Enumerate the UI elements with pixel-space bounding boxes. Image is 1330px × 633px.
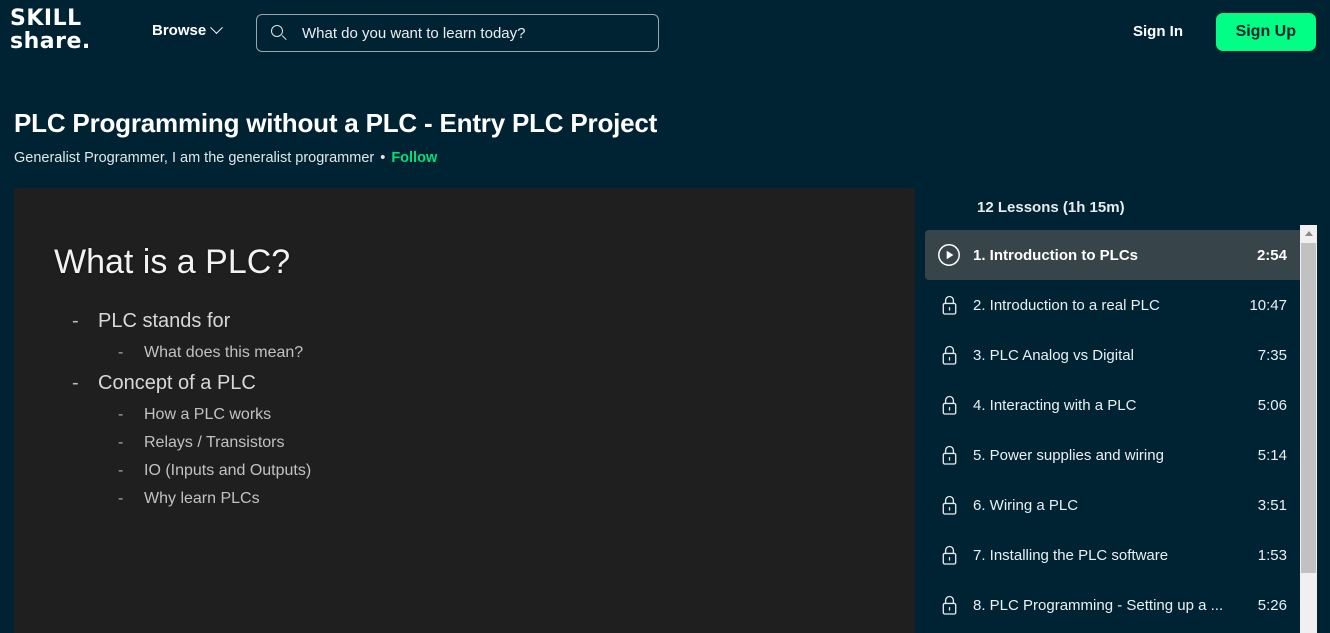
slide-bullet: What does this mean? xyxy=(116,344,311,362)
lesson-duration: 3:51 xyxy=(1257,496,1287,514)
search-box[interactable] xyxy=(256,14,659,52)
lesson-row[interactable]: 3. PLC Analog vs Digital 7:35 xyxy=(925,330,1303,380)
lesson-row[interactable]: 7. Installing the PLC software 1:53 xyxy=(925,530,1303,580)
lesson-row[interactable]: 5. Power supplies and wiring 5:14 xyxy=(925,430,1303,480)
lock-icon xyxy=(925,294,973,316)
site-header: SKILL share. Browse Sign In Sign Up xyxy=(0,0,1330,66)
slide-bullet: Why learn PLCs xyxy=(116,490,311,508)
slide-bullet: IO (Inputs and Outputs) xyxy=(116,462,311,480)
lesson-duration: 5:26 xyxy=(1257,596,1287,614)
logo-line-1: SKILL xyxy=(10,6,82,31)
lock-icon xyxy=(925,544,973,566)
slide-bullet: PLC stands for xyxy=(70,310,311,333)
skillshare-logo[interactable]: SKILL share. xyxy=(10,7,130,53)
scroll-up-arrow-icon[interactable] xyxy=(1300,225,1317,242)
video-slide: What is a PLC? PLC stands for What does t… xyxy=(14,188,915,633)
slide-bullet: How a PLC works xyxy=(116,406,311,424)
lesson-title: 5. Power supplies and wiring xyxy=(973,446,1164,464)
lock-icon xyxy=(925,394,973,416)
lesson-duration: 10:47 xyxy=(1249,296,1287,314)
lock-icon xyxy=(925,344,973,366)
lesson-title: 4. Interacting with a PLC xyxy=(973,396,1137,414)
video-player[interactable]: What is a PLC? PLC stands for What does t… xyxy=(14,188,915,633)
slide-title: What is a PLC? xyxy=(54,243,291,281)
lesson-duration: 5:14 xyxy=(1257,446,1287,464)
scrollbar-thumb[interactable] xyxy=(1301,243,1316,573)
lock-icon xyxy=(925,594,973,616)
slide-bullet: Relays / Transistors xyxy=(116,434,311,452)
lesson-duration: 5:06 xyxy=(1257,396,1287,414)
lesson-panel: 12 Lessons (1h 15m) 1. Introduction to P… xyxy=(920,188,1330,633)
lesson-title: 1. Introduction to PLCs xyxy=(973,246,1138,264)
byline-separator: • xyxy=(380,150,386,166)
course-byline: Generalist Programmer, I am the generali… xyxy=(14,150,437,166)
lesson-title: 7. Installing the PLC software xyxy=(973,546,1169,564)
lesson-duration: 2:54 xyxy=(1256,246,1287,264)
lock-icon xyxy=(925,444,973,466)
search-input[interactable] xyxy=(302,24,632,42)
follow-link[interactable]: Follow xyxy=(391,150,437,166)
lesson-row[interactable]: 8. PLC Programming - Setting up a ... 5:2… xyxy=(925,580,1303,630)
lesson-title: 8. PLC Programming - Setting up a ... xyxy=(973,596,1224,614)
lesson-title: 2. Introduction to a real PLC xyxy=(973,296,1160,314)
lesson-duration: 1:53 xyxy=(1257,546,1287,564)
browse-menu[interactable]: Browse xyxy=(152,21,224,39)
search-icon xyxy=(271,24,288,42)
lesson-count-label: 12 Lessons (1h 15m) xyxy=(977,199,1125,216)
lesson-title: 6. Wiring a PLC xyxy=(973,496,1079,514)
slide-bullet-list: PLC stands for What does this mean? Concep… xyxy=(70,310,311,518)
lesson-list-scrollbar[interactable] xyxy=(1300,225,1317,633)
sign-up-button[interactable]: Sign Up xyxy=(1215,13,1316,51)
lesson-row[interactable]: 6. Wiring a PLC 3:51 xyxy=(925,480,1303,530)
sign-in-link[interactable]: Sign In xyxy=(1133,23,1183,40)
play-circle-icon xyxy=(925,243,973,267)
lesson-list: 1. Introduction to PLCs 2:54 2. Introducti… xyxy=(925,230,1303,630)
lesson-row[interactable]: 2. Introduction to a real PLC 10:47 xyxy=(925,280,1303,330)
logo-line-2: share. xyxy=(10,29,91,54)
lesson-row[interactable]: 4. Interacting with a PLC 5:06 xyxy=(925,380,1303,430)
course-author: Generalist Programmer, I am the generali… xyxy=(14,150,375,166)
lesson-row[interactable]: 1. Introduction to PLCs 2:54 xyxy=(925,230,1303,280)
lesson-title: 3. PLC Analog vs Digital xyxy=(973,346,1134,364)
lesson-duration: 7:35 xyxy=(1257,346,1287,364)
slide-bullet: Concept of a PLC xyxy=(70,372,311,395)
chevron-down-icon xyxy=(210,21,224,35)
page-title: PLC Programming without a PLC - Entry PL… xyxy=(14,108,658,138)
browse-label: Browse xyxy=(152,22,207,39)
lock-icon xyxy=(925,494,973,516)
